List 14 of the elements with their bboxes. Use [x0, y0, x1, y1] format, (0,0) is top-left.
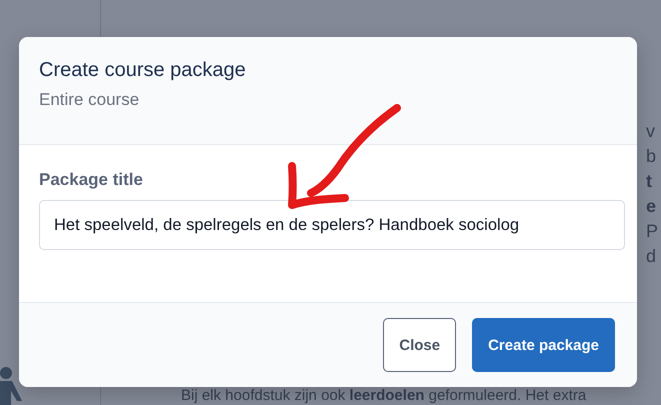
text-fragment: b	[646, 147, 658, 165]
text-fragment: d	[646, 247, 658, 265]
paragraph-text: Bij elk hoofdstuk zijn ook leerdoelen geformuleerd. Het extra	[181, 387, 588, 404]
person-icon	[0, 365, 22, 405]
dialog-title: Create course package	[39, 59, 247, 82]
close-button[interactable]: Close	[383, 318, 456, 372]
text-fragment: e	[646, 197, 658, 215]
text-fragment: t	[646, 172, 653, 190]
create-package-button[interactable]: Create package	[472, 318, 615, 372]
dialog-subtitle: Entire course	[39, 90, 140, 110]
text-fragment: v	[646, 122, 656, 140]
field-label: Package title	[39, 170, 144, 190]
text-fragment: P	[646, 222, 658, 240]
title-input-field[interactable]: Het speelveld, de spelregels en de spelers? Handboek sociolog	[39, 200, 625, 250]
